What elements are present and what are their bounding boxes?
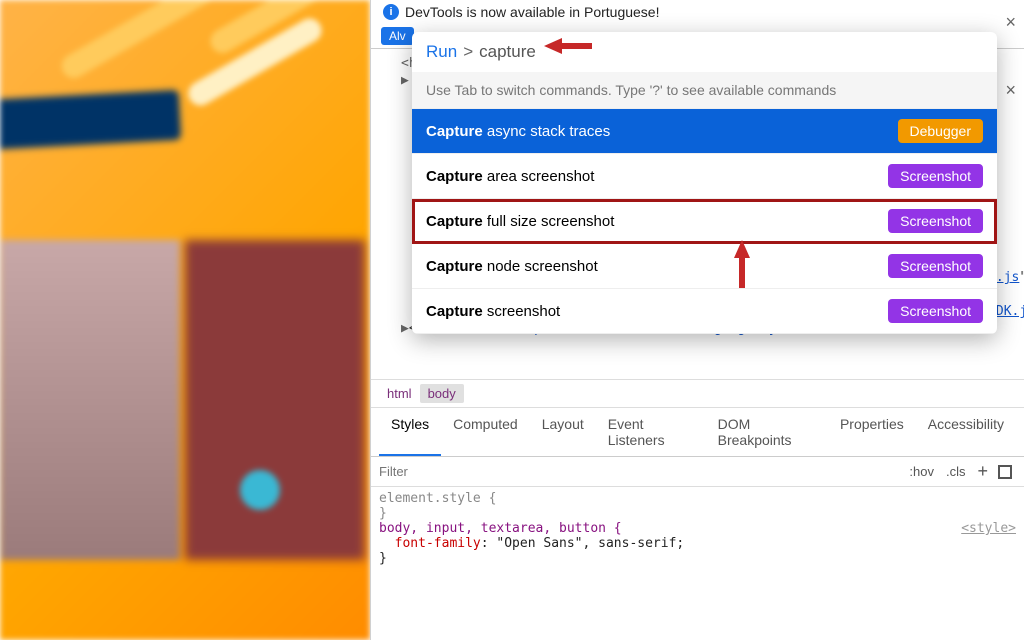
badge-screenshot: Screenshot [888, 299, 983, 323]
hov-toggle[interactable]: :hov [903, 464, 940, 479]
cmd-capture-node[interactable]: Capture node screenshot Screenshot [412, 244, 997, 289]
cmd-capture-full[interactable]: Capture full size screenshot Screenshot [412, 199, 997, 244]
annotation-arrow-icon [730, 240, 760, 290]
badge-screenshot: Screenshot [888, 164, 983, 188]
command-query: capture [479, 42, 536, 62]
annotation-arrow-icon [544, 34, 594, 64]
tab-properties[interactable]: Properties [828, 408, 916, 456]
tab-styles[interactable]: Styles [379, 408, 441, 456]
cls-toggle[interactable]: .cls [940, 464, 972, 479]
badge-screenshot: Screenshot [888, 254, 983, 278]
tab-computed[interactable]: Computed [441, 408, 530, 456]
close-icon[interactable]: × [1005, 12, 1016, 33]
command-input-row[interactable]: Run >capture [412, 32, 997, 72]
command-hint: Use Tab to switch commands. Type '?' to … [412, 72, 997, 109]
styles-body[interactable]: element.style { } <style>body, input, te… [371, 487, 1024, 640]
breadcrumb[interactable]: html body [371, 379, 1024, 408]
badge-debugger: Debugger [898, 119, 984, 143]
run-label: Run [426, 42, 457, 62]
info-bar: i DevTools is now available in Portugues… [371, 0, 1024, 24]
toolbar-pill[interactable]: Alv [381, 27, 414, 45]
new-style-rule-button[interactable]: + [971, 461, 994, 482]
badge-screenshot: Screenshot [888, 209, 983, 233]
tab-dom-breakpoints[interactable]: DOM Breakpoints [706, 408, 828, 456]
close-icon[interactable]: × [1005, 80, 1016, 101]
crumb-html[interactable]: html [379, 384, 420, 403]
info-text: DevTools is now available in Portuguese! [405, 4, 659, 20]
crumb-body[interactable]: body [420, 384, 464, 403]
tab-event-listeners[interactable]: Event Listeners [596, 408, 706, 456]
cmd-capture-area[interactable]: Capture area screenshot Screenshot [412, 154, 997, 199]
tab-accessibility[interactable]: Accessibility [916, 408, 1016, 456]
page-background [0, 0, 370, 640]
computed-toggle-icon[interactable] [998, 465, 1012, 479]
cmd-capture-screenshot[interactable]: Capture screenshot Screenshot [412, 289, 997, 334]
info-icon: i [383, 4, 399, 20]
styles-filter-input[interactable] [379, 464, 903, 479]
command-menu: Run >capture Use Tab to switch commands.… [412, 32, 997, 334]
cmd-capture-async[interactable]: Capture async stack traces Debugger [412, 109, 997, 154]
tab-layout[interactable]: Layout [530, 408, 596, 456]
styles-tabs: Styles Computed Layout Event Listeners D… [371, 408, 1024, 457]
styles-filter-row: :hov .cls + [371, 457, 1024, 487]
